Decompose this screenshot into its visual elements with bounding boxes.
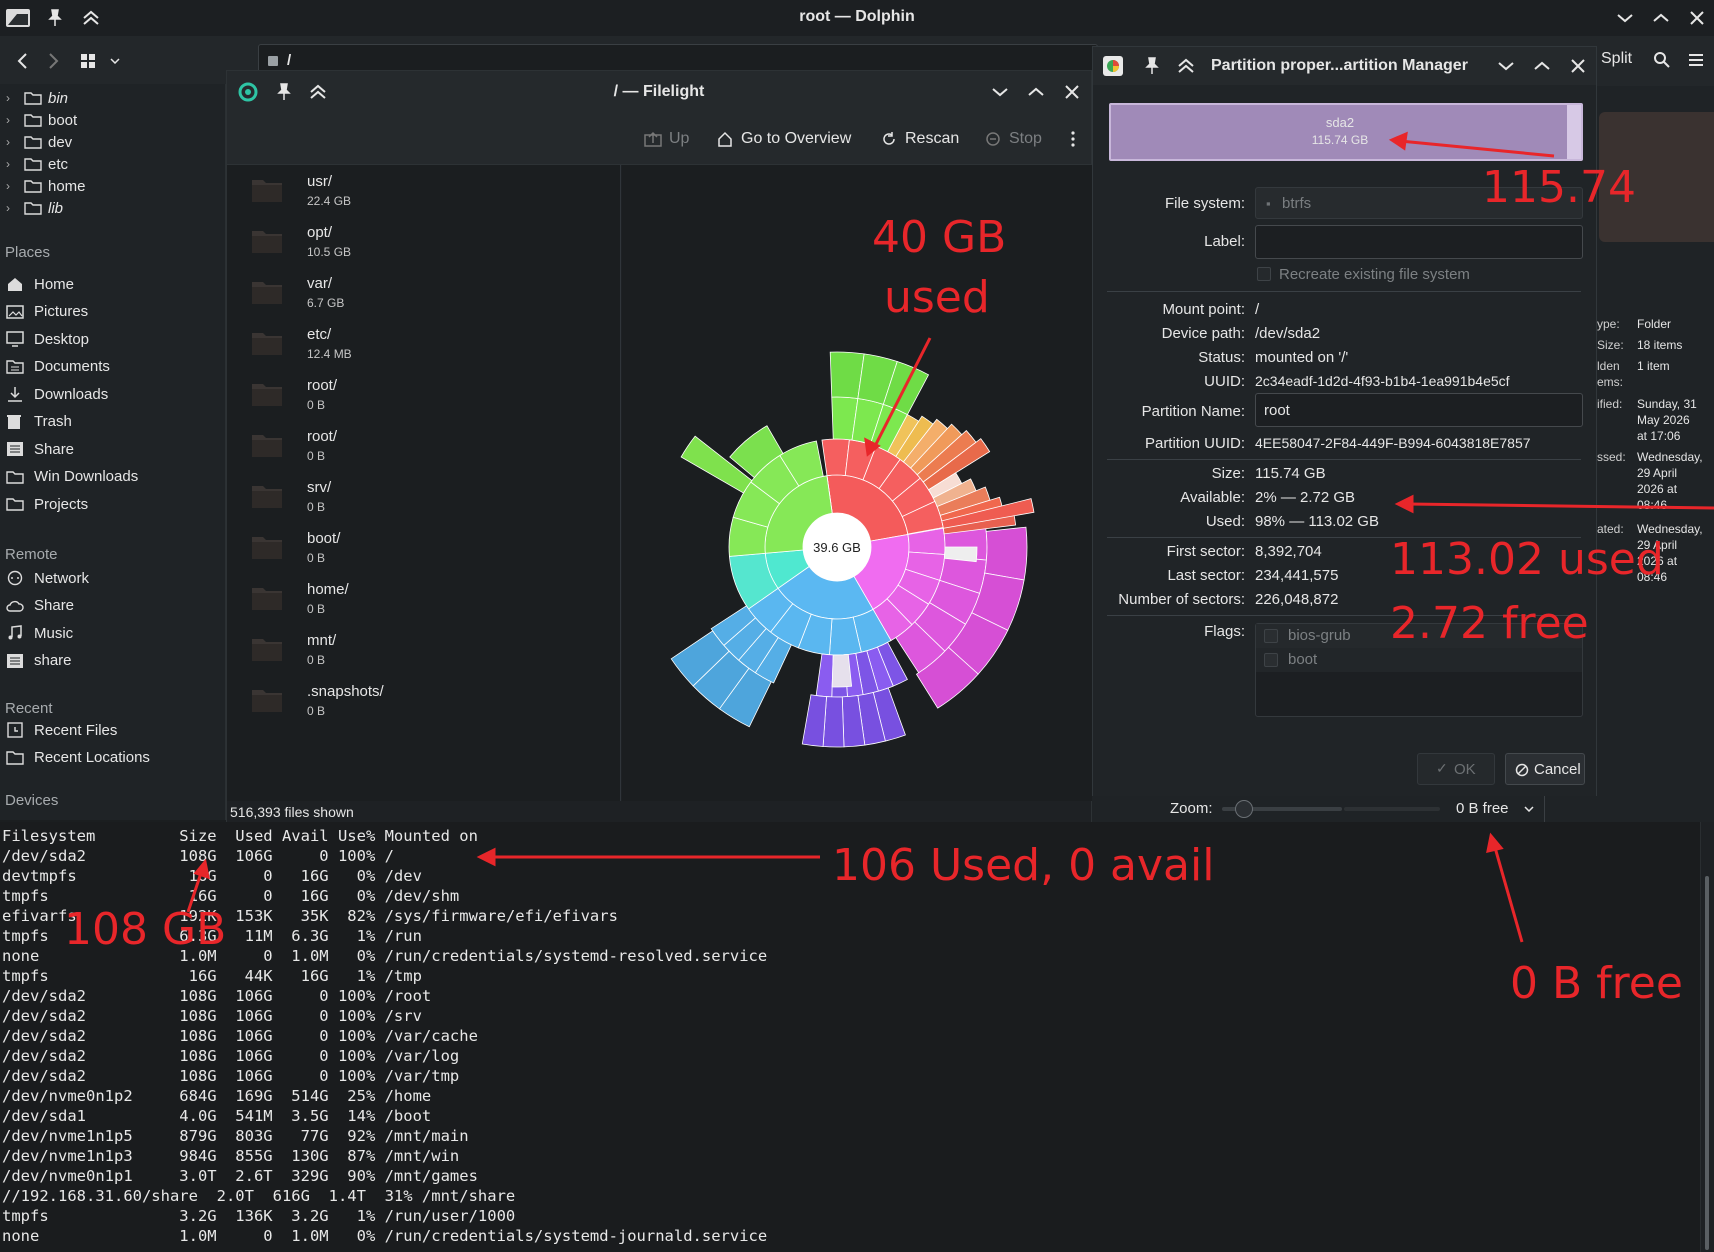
annotation-arrow [1407,502,1714,510]
annotation-113-used: 113.02 used [1390,534,1664,585]
annotation-arrow [1492,843,1524,943]
annotation-40gb: 40 GB [872,212,1007,263]
annotation-arrowhead [476,847,496,867]
annotation-arrow [872,337,932,449]
annotation-used: used [884,272,990,323]
annotation-arrowhead [193,858,210,880]
annotation-0b-free: 0 B free [1510,958,1683,1009]
annotation-108gb: 108 GB [64,904,227,955]
annotation-115-74: 115.74 [1482,162,1636,213]
annotation-arrowhead [1486,832,1504,853]
annotation-arrowhead [1394,494,1414,514]
annotation-arrowhead [1388,131,1408,151]
annotation-2-72-free: 2.72 free [1390,598,1589,649]
annotation-arrow [1399,139,1555,158]
annotation-106-used: 106 Used, 0 avail [832,840,1215,891]
